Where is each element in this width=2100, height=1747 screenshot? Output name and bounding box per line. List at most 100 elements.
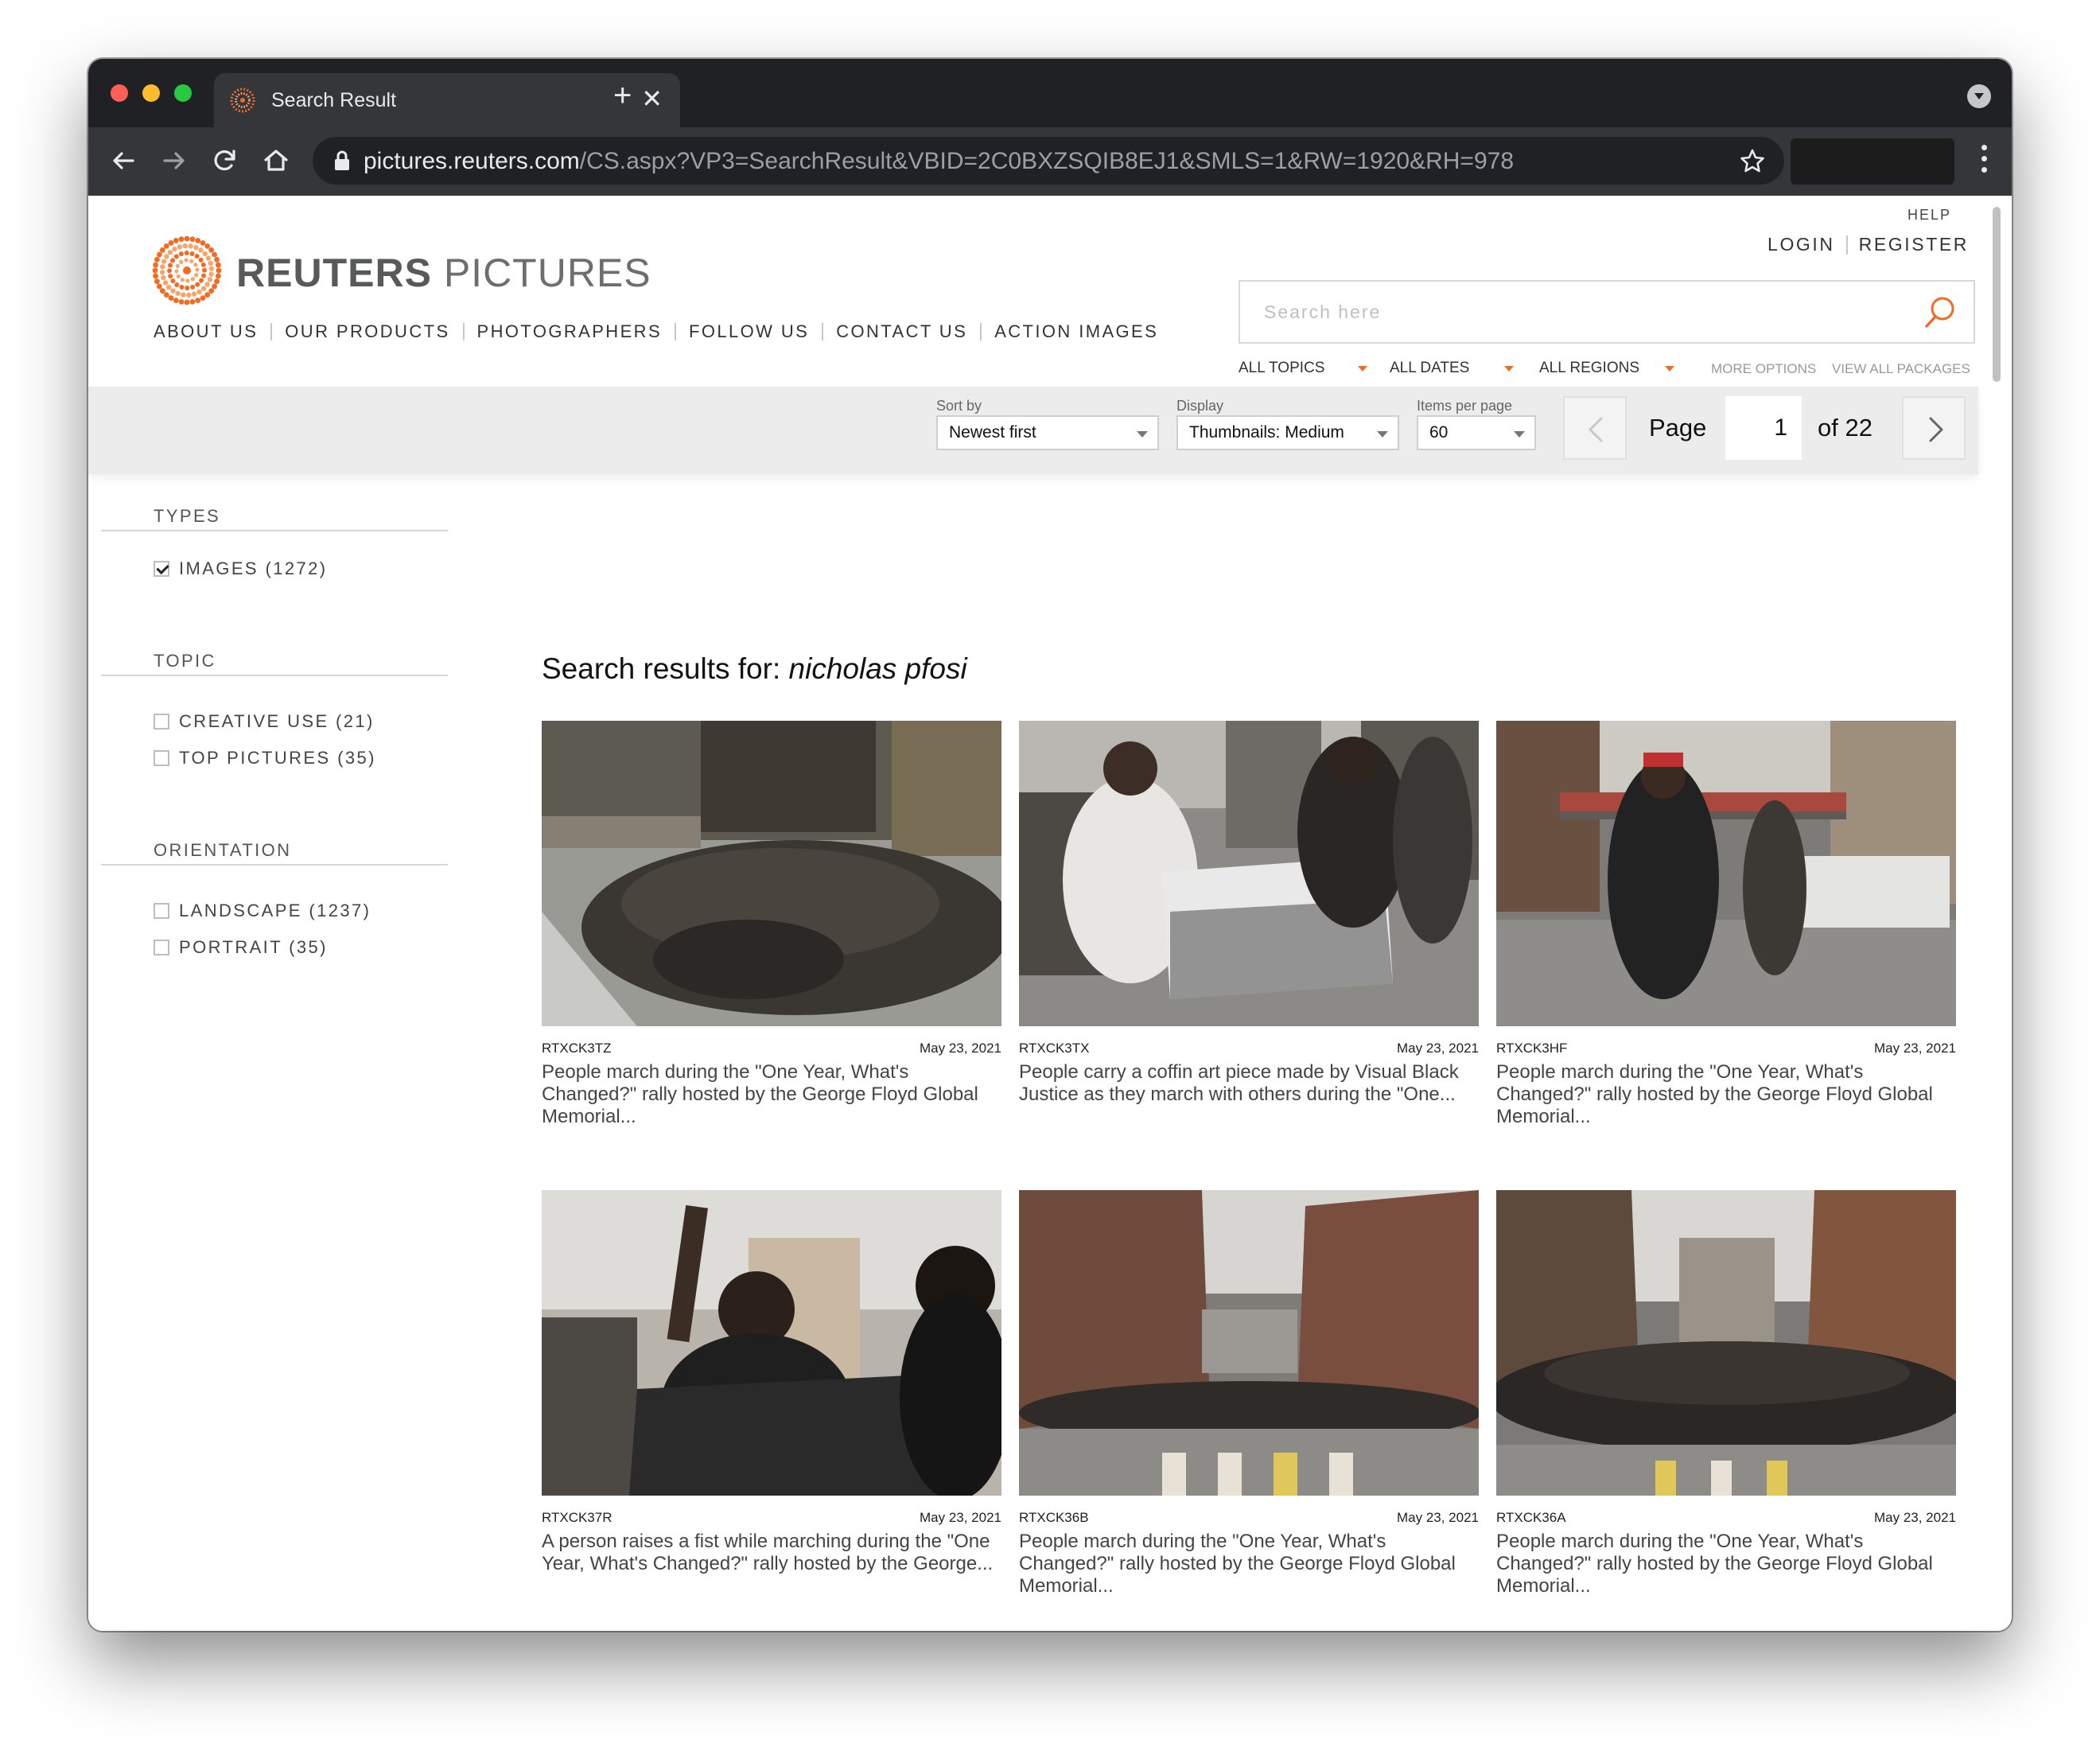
main-navigation: ABOUT US OUR PRODUCTS PHOTOGRAPHERS FOLL… [154,321,1171,342]
next-page-button[interactable] [1902,396,1966,460]
items-per-page-value: 60 [1429,423,1449,442]
reuters-logo-icon[interactable] [152,235,222,305]
result-id: RTXCK36A [1496,1510,1566,1525]
filter-top-pictures[interactable]: TOP PICTURES (35) [154,748,376,768]
result-caption[interactable]: People march during the "One Year, What'… [1019,1531,1479,1597]
nav-photographers[interactable]: PHOTOGRAPHERS [465,321,675,342]
new-tab-icon[interactable]: + [613,80,632,111]
view-all-packages-link[interactable]: VIEW ALL PACKAGES [1832,361,1970,377]
back-arrow-icon[interactable] [106,143,141,178]
more-options-link[interactable]: MORE OPTIONS [1711,361,1816,377]
items-per-page-select[interactable]: 60 [1417,415,1536,450]
lock-icon [335,150,349,170]
result-date: May 23, 2021 [919,1510,1001,1525]
display-label: Display [1176,398,1224,414]
page-scrollbar[interactable] [1993,207,2001,382]
chevron-left-icon [1589,417,1603,442]
url-text: pictures.reuters.com/CS.aspx?VP3=SearchR… [364,148,1514,174]
search-box [1239,280,1975,344]
close-window-button[interactable] [111,84,128,102]
reload-icon[interactable] [208,143,243,178]
home-icon[interactable] [259,143,294,178]
result-card[interactable]: RTXCK3TZ May 23, 2021 People march during… [542,721,1001,1128]
top-pictures-checkbox[interactable] [154,750,169,766]
result-caption[interactable]: A person raises a fist while marching du… [542,1531,1001,1575]
nav-action-images[interactable]: ACTION IMAGES [982,321,1171,342]
sort-by-value: Newest first [949,423,1036,442]
result-card[interactable]: RTXCK3HF May 23, 2021 People march during… [1496,721,1956,1128]
sort-toolbar: Sort by Newest first Display Thumbnails:… [88,387,1978,474]
nav-contact-us[interactable]: CONTACT US [823,321,980,342]
result-card[interactable]: RTXCK37R May 23, 2021 A person raises a f… [542,1190,1001,1575]
creative-use-checkbox[interactable] [154,714,169,730]
search-input[interactable] [1240,282,1974,342]
result-id: RTXCK3HF [1496,1041,1568,1056]
all-topics-dropdown[interactable]: ALL TOPICS [1239,360,1324,377]
portrait-checkbox[interactable] [154,940,169,955]
results-heading: Search results for: nicholas pfosi [542,652,967,685]
result-date: May 23, 2021 [1396,1041,1479,1056]
account-links: LOGIN REGISTER [1768,234,1969,255]
display-value: Thumbnails: Medium [1189,423,1344,442]
sort-by-select[interactable]: Newest first [936,415,1159,450]
search-icon[interactable] [1919,293,1959,333]
browser-menu-icon[interactable] [1981,145,1988,178]
display-select[interactable]: Thumbnails: Medium [1176,415,1399,450]
result-thumbnail[interactable] [1019,721,1479,1026]
all-dates-dropdown[interactable]: ALL DATES [1390,360,1469,377]
result-id: RTXCK3TX [1019,1041,1090,1056]
result-date: May 23, 2021 [1396,1510,1479,1525]
result-thumbnail[interactable] [542,721,1001,1026]
maximize-window-button[interactable] [174,84,192,102]
result-thumbnail[interactable] [1496,1190,1956,1496]
bookmark-star-icon[interactable] [1738,146,1767,175]
chevron-down-icon [1514,431,1525,438]
tab-title: Search Result [271,89,397,111]
brand-logo-text[interactable]: REUTERS PICTURES [236,250,651,296]
result-card[interactable]: RTXCK36A May 23, 2021 People march during… [1496,1190,1956,1597]
result-caption[interactable]: People carry a coffin art piece made by … [1019,1061,1479,1106]
filter-creative-use[interactable]: CREATIVE USE (21) [154,711,375,732]
result-caption[interactable]: People march during the "One Year, What'… [1496,1531,1956,1597]
page-content: REUTERS PICTURES ABOUT US OUR PRODUCTS P… [88,196,2012,1631]
result-thumbnail[interactable] [542,1190,1001,1496]
chevron-down-icon [1377,431,1388,438]
help-link[interactable]: HELP [1908,207,1951,224]
result-card[interactable]: RTXCK3TX May 23, 2021 People carry a coff… [1019,721,1479,1106]
result-caption[interactable]: People march during the "One Year, What'… [542,1061,1001,1128]
result-date: May 23, 2021 [1873,1510,1956,1525]
result-caption[interactable]: People march during the "One Year, What'… [1496,1061,1956,1128]
items-per-page-label: Items per page [1417,398,1513,414]
landscape-checkbox[interactable] [154,903,169,919]
images-checkbox[interactable] [154,561,169,577]
tab-search-icon[interactable] [1967,84,1991,108]
address-bar[interactable]: pictures.reuters.com/CS.aspx?VP3=SearchR… [313,137,1784,185]
filter-images[interactable]: IMAGES (1272) [154,558,327,579]
nav-our-products[interactable]: OUR PRODUCTS [272,321,462,342]
nav-about-us[interactable]: ABOUT US [154,321,270,342]
previous-page-button[interactable] [1563,396,1627,460]
result-thumbnail[interactable] [1496,721,1956,1026]
sort-by-label: Sort by [936,398,982,414]
page-number-input[interactable] [1725,396,1802,460]
login-link[interactable]: LOGIN [1768,234,1835,255]
chevron-down-icon[interactable] [1665,366,1674,372]
result-thumbnail[interactable] [1019,1190,1479,1496]
all-regions-dropdown[interactable]: ALL REGIONS [1539,360,1639,377]
filter-landscape[interactable]: LANDSCAPE (1237) [154,901,371,921]
result-card[interactable]: RTXCK36B May 23, 2021 People march during… [1019,1190,1479,1597]
result-id: RTXCK37R [542,1510,612,1525]
result-date: May 23, 2021 [919,1041,1001,1056]
tab-close-icon[interactable]: ✕ [641,84,663,113]
topic-heading: TOPIC [154,651,216,671]
nav-follow-us[interactable]: FOLLOW US [676,321,822,342]
chevron-down-icon[interactable] [1504,366,1514,372]
minimize-window-button[interactable] [142,84,160,102]
page-label: Page [1649,414,1707,442]
extension-area[interactable] [1791,138,1954,185]
filter-portrait[interactable]: PORTRAIT (35) [154,937,328,958]
forward-arrow-icon[interactable] [157,143,192,178]
register-link[interactable]: REGISTER [1859,234,1969,255]
browser-tab[interactable]: Search Result ✕ [214,73,680,127]
chevron-down-icon[interactable] [1358,366,1367,372]
